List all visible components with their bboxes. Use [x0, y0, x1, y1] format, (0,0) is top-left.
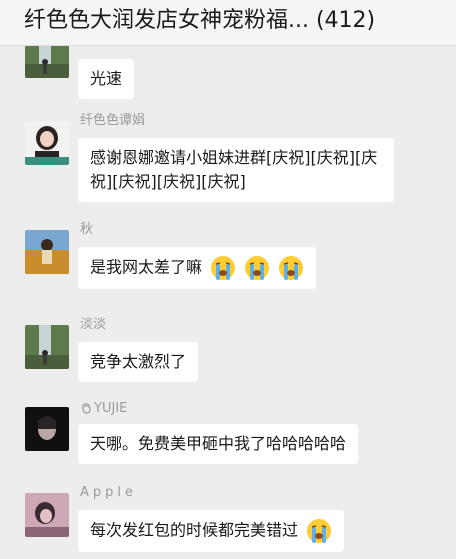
- message-list[interactable]: 光速 纤色色谭娟 感谢恩娜邀请小姐妹进群[庆祝][庆祝][庆祝][庆祝][庆祝]…: [0, 46, 456, 559]
- avatar[interactable]: [25, 230, 69, 274]
- crying-face-icon: [307, 519, 332, 543]
- avatar-portrait-image: [25, 121, 69, 165]
- avatar[interactable]: [25, 325, 69, 369]
- message-bubble[interactable]: 竞争太激烈了: [78, 342, 199, 382]
- message-bubble[interactable]: 光速: [78, 59, 135, 99]
- crying-face-icon: [245, 256, 270, 280]
- crying-face-icon: [211, 256, 236, 280]
- avatar-field-image: [25, 230, 69, 274]
- sender-name: 淡淡: [80, 317, 107, 332]
- avatar[interactable]: [25, 121, 69, 165]
- sender-name-text: YUJIE: [94, 401, 128, 416]
- avatar-waterfall-image: [25, 325, 69, 369]
- avatar[interactable]: [25, 46, 69, 78]
- chat-title: 纤色色大润发店女神宠粉福... (412): [24, 8, 376, 33]
- message-text: 每次发红包的时候都完美错过: [90, 520, 299, 540]
- message-bubble[interactable]: 每次发红包的时候都完美错过: [78, 510, 345, 552]
- message-bubble[interactable]: 感谢恩娜邀请小姐妹进群[庆祝][庆祝][庆祝][庆祝][庆祝][庆祝]: [78, 138, 394, 202]
- sender-name: YUJIE: [80, 401, 127, 417]
- message-bubble[interactable]: 天哪。免费美甲砸中我了哈哈哈哈哈: [78, 424, 359, 464]
- hand-icon: [82, 403, 91, 414]
- message-text: 是我网太差了嘛: [90, 257, 203, 277]
- avatar-waterfall-image: [25, 46, 69, 78]
- chat-title-bar: 纤色色大润发店女神宠粉福... (412): [0, 0, 456, 46]
- sender-name: 秋: [80, 222, 94, 237]
- crying-face-icon: [279, 256, 304, 280]
- sender-name: Apple: [80, 485, 138, 500]
- avatar[interactable]: [25, 407, 69, 451]
- avatar[interactable]: [25, 493, 69, 537]
- avatar-pink-portrait-image: [25, 493, 69, 537]
- sender-name: 纤色色谭娟: [80, 113, 146, 128]
- avatar-dark-portrait-image: [25, 407, 69, 451]
- message-bubble[interactable]: 是我网太差了嘛: [78, 247, 317, 289]
